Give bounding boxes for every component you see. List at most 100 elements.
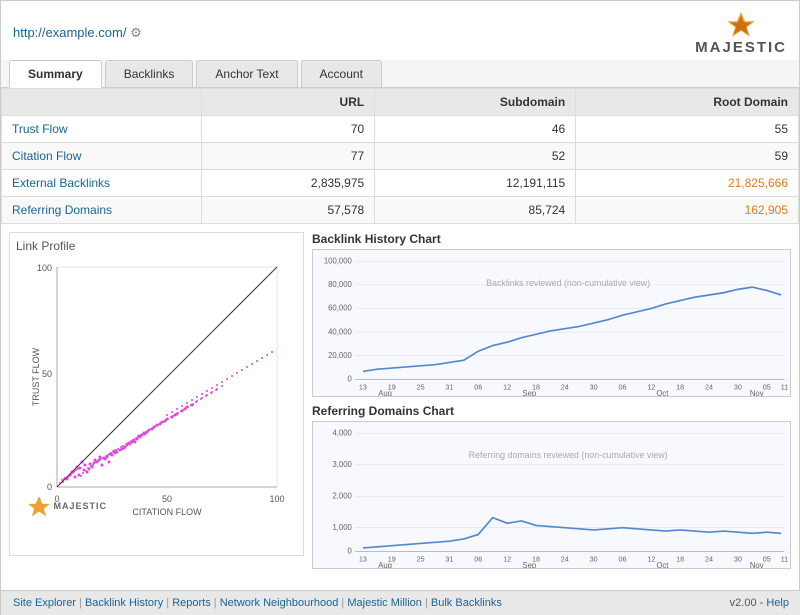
svg-text:05: 05 [763,555,771,564]
footer-link-reports[interactable]: Reports [172,597,211,609]
svg-text:0: 0 [348,547,353,556]
stats-table: URL Subdomain Root Domain Trust Flow 70 … [1,88,799,224]
row-url-citation-flow: 77 [202,143,375,170]
url-text: http://example.com/ [13,25,126,40]
site-url: http://example.com/ ⚙ [13,25,142,41]
svg-text:11: 11 [781,382,788,391]
svg-text:Nov: Nov [750,389,764,396]
svg-text:18: 18 [676,382,684,391]
footer-link-majestic-million[interactable]: Majestic Million [347,597,422,609]
svg-text:06: 06 [618,382,626,391]
svg-text:06: 06 [618,555,626,564]
link-profile-title: Link Profile [16,239,297,253]
svg-text:4,000: 4,000 [332,429,352,438]
row-label-referring-domains: Referring Domains [2,197,202,224]
svg-text:60,000: 60,000 [328,304,352,313]
row-url-ext-backlinks: 2,835,975 [202,170,375,197]
svg-text:Sep: Sep [522,389,536,396]
col-header-subdomain: Subdomain [375,89,576,116]
footer-link-network[interactable]: Network Neighbourhood [220,597,339,609]
row-subdomain-trust-flow: 46 [375,116,576,143]
referring-chart-section: Referring Domains Chart 4,000 3,000 2,00… [312,404,791,570]
row-rootdomain-citation-flow: 59 [576,143,799,170]
svg-text:Oct: Oct [656,561,669,568]
svg-text:Referring domains reviewed (no: Referring domains reviewed (non-cumulati… [469,450,668,460]
bottom-section: Link Profile 0 50 100 0 50 100 [1,224,799,564]
svg-text:Nov: Nov [750,561,764,568]
tab-summary[interactable]: Summary [9,60,102,88]
footer-link-bulk-backlinks[interactable]: Bulk Backlinks [431,597,502,609]
svg-text:100,000: 100,000 [324,256,353,265]
svg-text:0: 0 [348,375,353,384]
svg-text:13: 13 [359,382,367,391]
svg-text:30: 30 [734,382,742,391]
svg-text:50: 50 [41,369,51,379]
site-url-link[interactable]: http://example.com/ [13,25,130,40]
footer-link-site-explorer[interactable]: Site Explorer [13,597,76,609]
svg-text:Sep: Sep [522,561,536,568]
table-row: Trust Flow 70 46 55 [2,116,799,143]
table-row: Citation Flow 77 52 59 [2,143,799,170]
stats-table-wrapper: URL Subdomain Root Domain Trust Flow 70 … [1,88,799,224]
referring-chart-title: Referring Domains Chart [312,404,791,418]
svg-text:40,000: 40,000 [328,327,352,336]
svg-text:Backlinks reviewed (non-cumula: Backlinks reviewed (non-cumulative view) [486,278,650,288]
svg-text:0: 0 [46,482,51,492]
footer-link-backlink-history[interactable]: Backlink History [85,597,163,609]
backlink-chart-title: Backlink History Chart [312,232,791,246]
svg-text:12: 12 [503,555,511,564]
svg-text:25: 25 [417,555,425,564]
footer-version: v2.00 - Help [730,597,789,609]
svg-text:80,000: 80,000 [328,280,352,289]
tab-account[interactable]: Account [301,60,382,87]
svg-text:24: 24 [561,382,569,391]
backlink-chart-section: Backlink History Chart 100,000 80,000 60… [312,232,791,398]
svg-text:20,000: 20,000 [328,351,352,360]
col-header-url: URL [202,89,375,116]
svg-text:25: 25 [417,382,425,391]
svg-text:11: 11 [781,555,788,564]
tab-backlinks[interactable]: Backlinks [105,60,194,87]
footer-links: Site Explorer | Backlink History | Repor… [13,597,502,609]
row-url-trust-flow: 70 [202,116,375,143]
svg-text:31: 31 [445,555,453,564]
charts-area: Backlink History Chart 100,000 80,000 60… [312,232,791,556]
svg-text:3,000: 3,000 [332,460,352,469]
table-row: External Backlinks 2,835,975 12,191,115 … [2,170,799,197]
svg-text:Oct: Oct [656,389,669,396]
svg-text:13: 13 [359,555,367,564]
gear-icon[interactable]: ⚙ [130,25,142,40]
stats-tbody: Trust Flow 70 46 55 Citation Flow 77 52 … [2,116,799,224]
svg-text:30: 30 [590,555,598,564]
col-header-root-domain: Root Domain [576,89,799,116]
logo-text: MAJESTIC [695,39,787,56]
svg-text:06: 06 [474,382,482,391]
svg-text:24: 24 [705,555,713,564]
footer: Site Explorer | Backlink History | Repor… [1,590,800,615]
row-rootdomain-trust-flow: 55 [576,116,799,143]
row-subdomain-referring-domains: 85,724 [375,197,576,224]
version-text: v2.00 [730,597,757,609]
col-header-label [2,89,202,116]
header: http://example.com/ ⚙ MAJESTIC [1,1,799,60]
row-label-citation-flow: Citation Flow [2,143,202,170]
svg-text:31: 31 [445,382,453,391]
svg-text:Aug: Aug [378,561,392,568]
footer-help-link[interactable]: Help [766,597,789,609]
backlink-chart-container: 100,000 80,000 60,000 40,000 20,000 0 13… [312,249,791,397]
svg-text:30: 30 [734,555,742,564]
link-profile: Link Profile 0 50 100 0 50 100 [9,232,304,556]
svg-text:50: 50 [161,494,171,504]
tab-anchor-text[interactable]: Anchor Text [196,60,297,87]
row-rootdomain-ext-backlinks: 21,825,666 [576,170,799,197]
row-subdomain-citation-flow: 52 [375,143,576,170]
scatter-plot: 0 50 100 0 50 100 [27,257,287,517]
svg-text:24: 24 [561,555,569,564]
svg-text:12: 12 [647,555,655,564]
referring-chart-svg: 4,000 3,000 2,000 1,000 0 13 19 25 31 [313,422,790,568]
row-rootdomain-referring-domains: 162,905 [576,197,799,224]
svg-text:18: 18 [676,555,684,564]
svg-text:05: 05 [763,382,771,391]
majestic-logo: MAJESTIC [695,9,787,56]
svg-text:TRUST FLOW: TRUST FLOW [31,347,41,406]
